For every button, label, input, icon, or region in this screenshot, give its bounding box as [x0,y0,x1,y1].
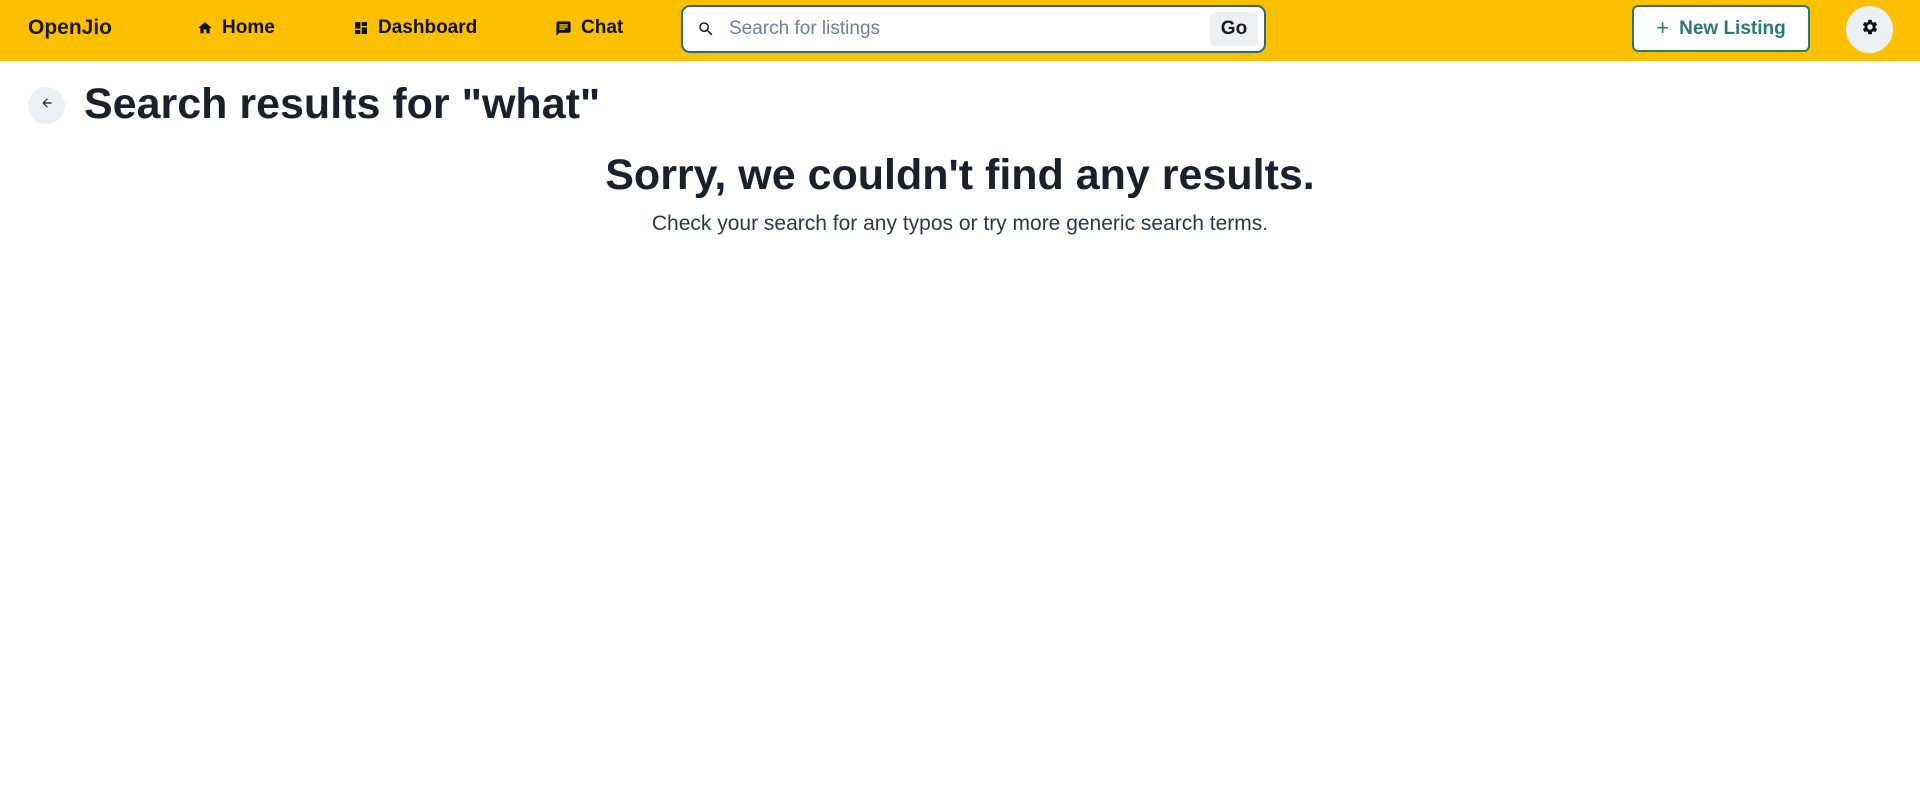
empty-state-subtext: Check your search for any typos or try m… [651,212,1269,235]
nav-link-label: Home [222,17,275,38]
arrow-left-icon [40,96,54,115]
nav-link-home[interactable]: Home [197,16,275,40]
settings-button[interactable] [1846,6,1893,53]
search-go-button[interactable]: Go [1210,12,1258,46]
dashboard-icon [353,20,369,36]
search-icon [697,20,715,38]
new-listing-label: New Listing [1679,17,1786,39]
empty-state: Sorry, we couldn't find any results. Che… [0,150,1920,236]
nav-link-label: Chat [581,17,624,38]
gear-icon [1861,18,1879,41]
search-bar: Go [681,5,1266,53]
plus-icon: + [1656,14,1670,40]
top-navbar: OpenJio Home Dashboard Chat Go + New Lis… [0,0,1920,61]
chat-icon [555,20,572,37]
nav-link-label: Dashboard [378,17,478,38]
home-icon [197,20,213,36]
new-listing-button[interactable]: + New Listing [1632,5,1810,52]
nav-link-dashboard[interactable]: Dashboard [353,16,477,40]
nav-link-chat[interactable]: Chat [555,16,623,40]
back-button[interactable] [28,87,65,124]
empty-state-heading: Sorry, we couldn't find any results. [605,151,1315,199]
page-title: Search results for "what" [84,80,601,128]
search-input[interactable] [729,13,1189,45]
brand-logo[interactable]: OpenJio [28,16,112,40]
